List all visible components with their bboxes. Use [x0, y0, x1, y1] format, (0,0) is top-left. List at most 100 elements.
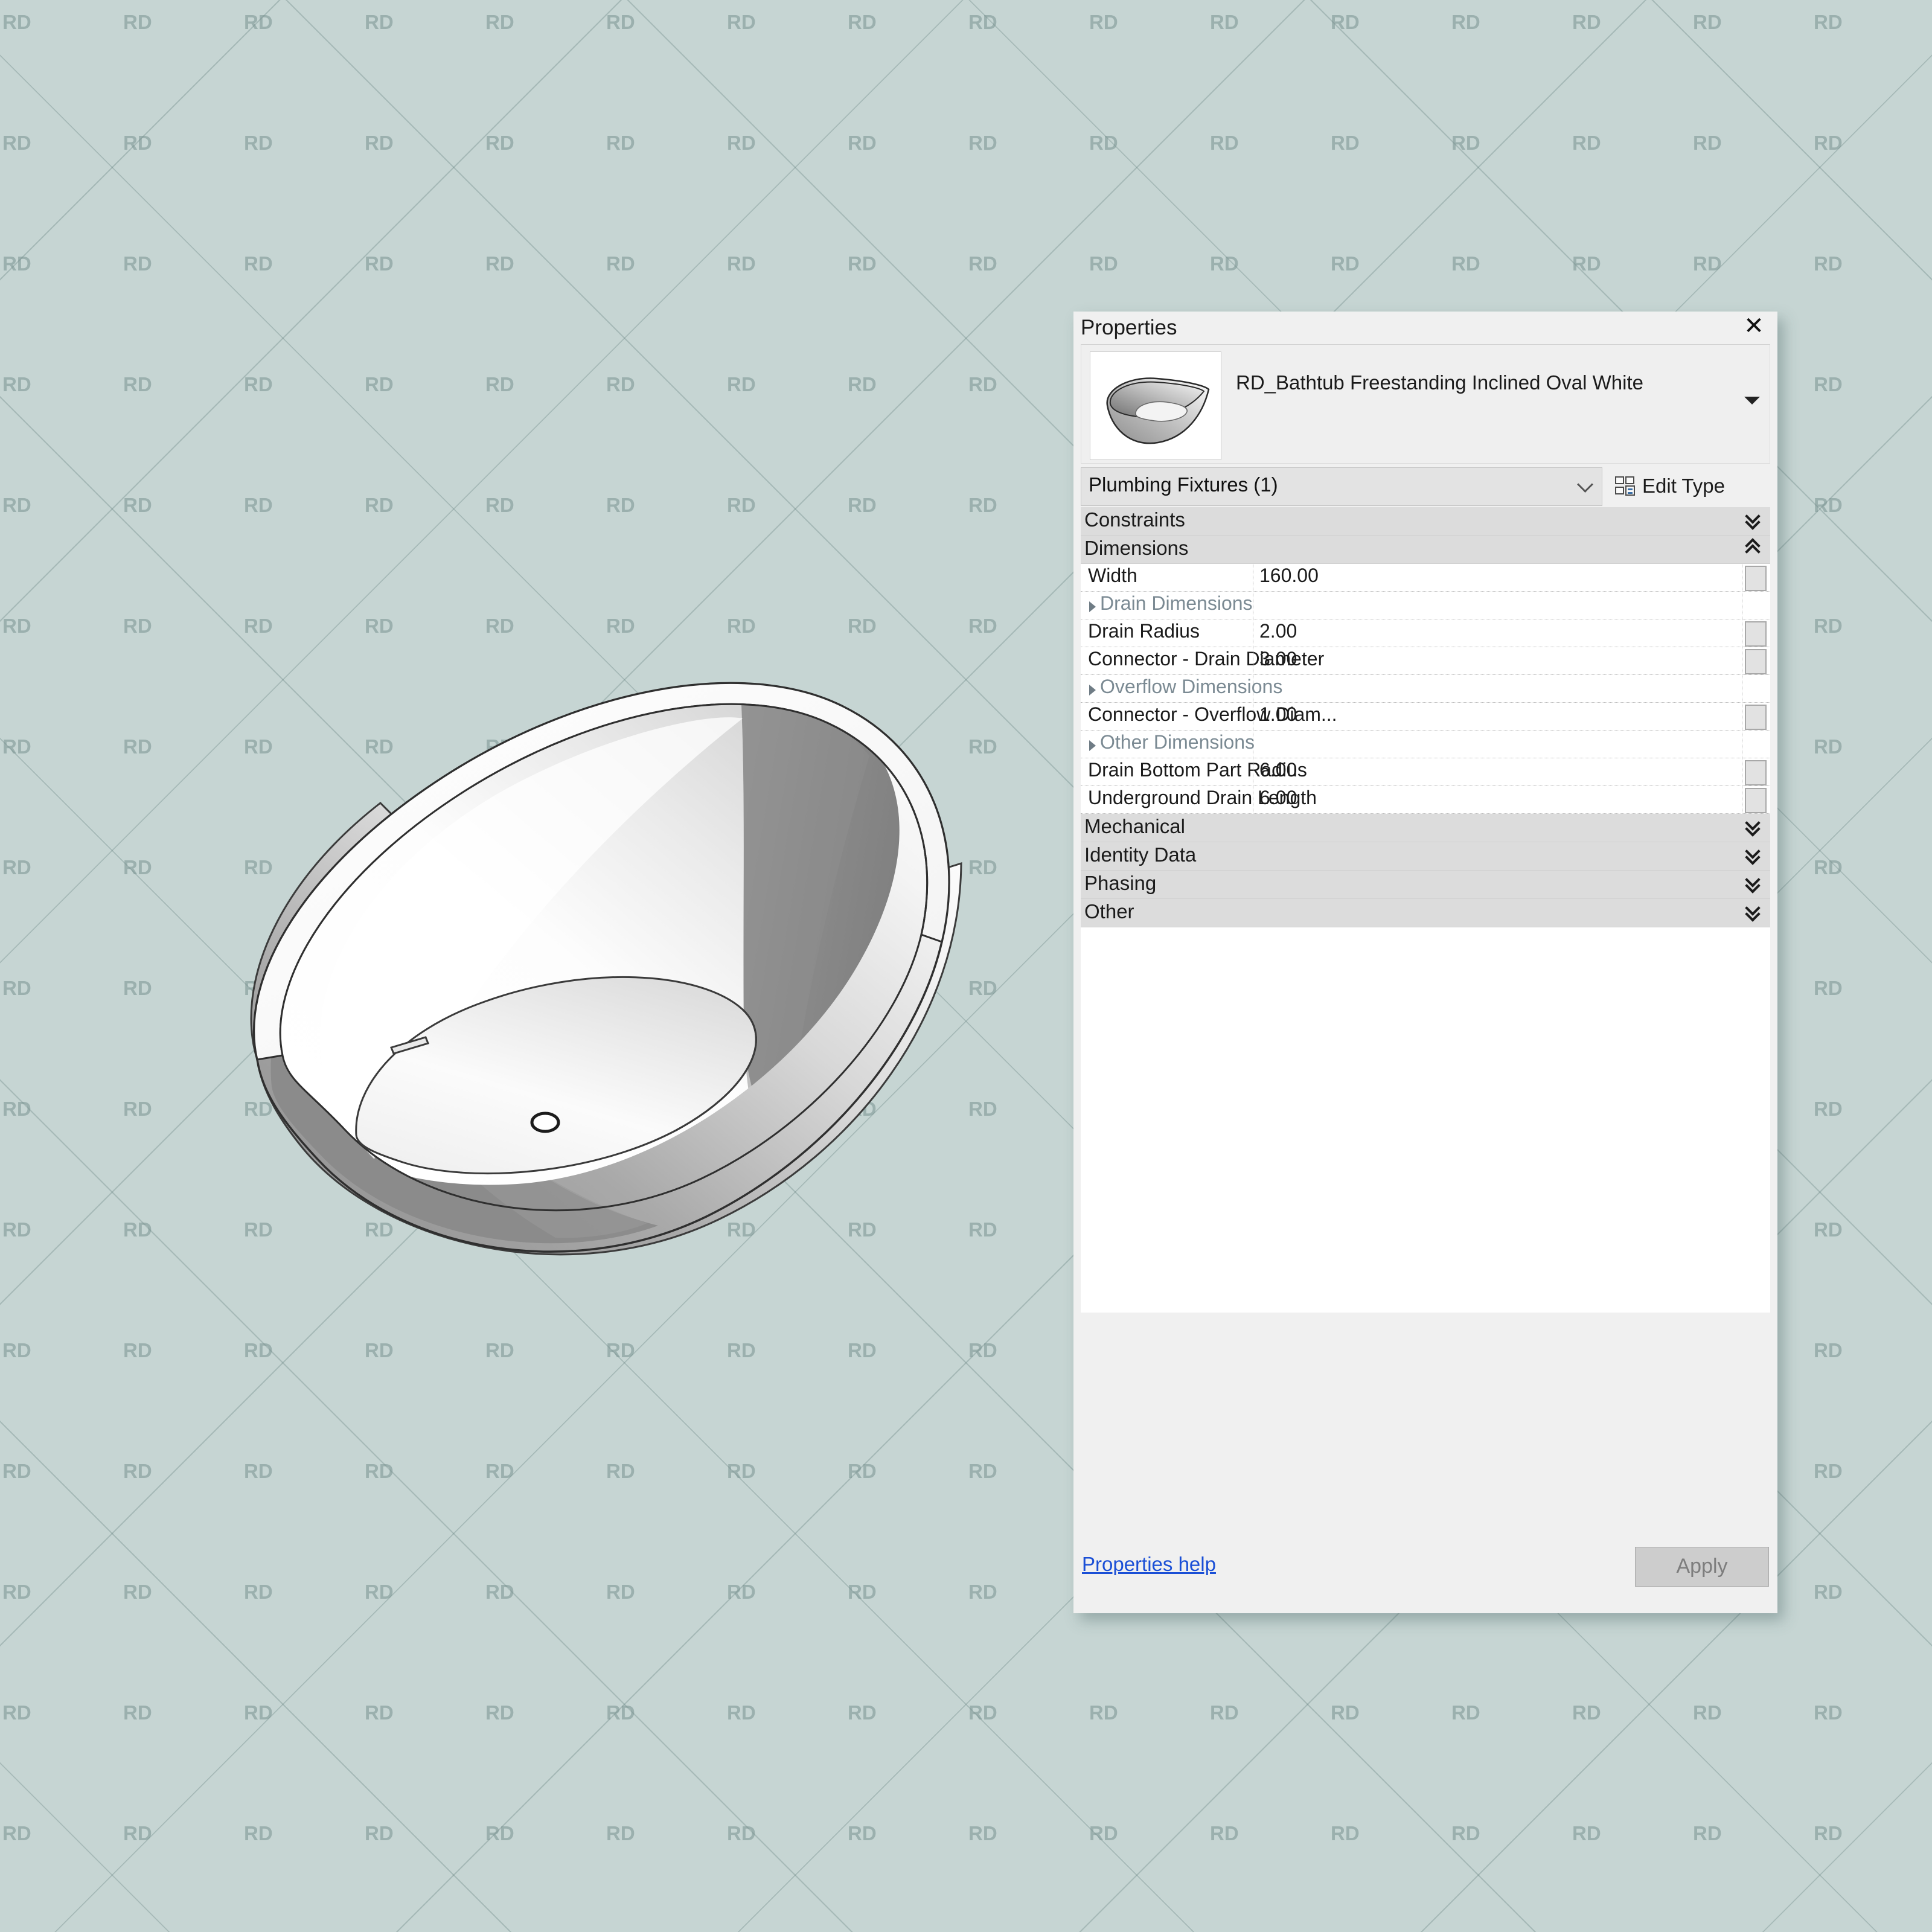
watermark-label: RD: [606, 252, 635, 275]
property-section-header[interactable]: Dimensions: [1081, 536, 1770, 564]
watermark-label: RD: [1693, 1822, 1722, 1844]
watermark-label: RD: [123, 252, 152, 275]
property-row[interactable]: Connector - Drain Diameter 3.00: [1081, 647, 1770, 675]
double-chevron-down-icon[interactable]: [1745, 872, 1761, 894]
properties-titlebar[interactable]: Properties ✕: [1073, 312, 1777, 344]
property-row[interactable]: Drain Bottom Part Radius 6.00: [1081, 758, 1770, 786]
watermark-label: RD: [365, 1822, 394, 1844]
watermark-label: RD: [1814, 1701, 1843, 1724]
properties-grid[interactable]: Constraints Dimensions Width 160.00 Drain Di…: [1081, 507, 1770, 927]
edit-type-button[interactable]: Edit Type: [1614, 469, 1725, 504]
double-chevron-down-icon[interactable]: [1745, 508, 1761, 530]
watermark-label: RD: [848, 494, 877, 516]
property-value[interactable]: 1.00: [1259, 703, 1297, 726]
expand-triangle-icon[interactable]: [1089, 685, 1096, 696]
property-value[interactable]: 3.00: [1259, 648, 1297, 670]
property-value[interactable]: 6.00: [1259, 759, 1297, 781]
watermark-label: RD: [727, 1822, 756, 1844]
watermark-label: RD: [1572, 11, 1601, 33]
watermark-label: RD: [365, 494, 394, 516]
type-selector[interactable]: RD_Bathtub Freestanding Inclined Oval Wh…: [1081, 344, 1770, 464]
property-section-label: Identity Data: [1084, 843, 1197, 866]
chevron-down-icon: [1578, 478, 1593, 493]
close-icon[interactable]: ✕: [1740, 313, 1768, 341]
watermark-label: RD: [1331, 1822, 1360, 1844]
property-group-row[interactable]: Drain Dimensions: [1081, 592, 1770, 619]
property-value[interactable]: 2.00: [1259, 620, 1297, 642]
property-group-row[interactable]: Other Dimensions: [1081, 731, 1770, 758]
associate-parameter-button[interactable]: [1745, 788, 1767, 813]
watermark-label: RD: [2, 1581, 31, 1603]
property-row[interactable]: Width 160.00: [1081, 564, 1770, 592]
watermark-label: RD: [123, 373, 152, 395]
watermark-label: RD: [2, 132, 31, 154]
bathtub-3d-render[interactable]: [199, 604, 1002, 1316]
watermark-label: RD: [1814, 252, 1843, 275]
watermark-label: RD: [727, 1701, 756, 1724]
caret-down-icon[interactable]: [1744, 397, 1760, 405]
property-section-header[interactable]: Mechanical: [1081, 814, 1770, 842]
watermark-label: RD: [2, 1822, 31, 1844]
double-chevron-up-icon[interactable]: [1745, 538, 1761, 560]
associate-parameter-button[interactable]: [1745, 649, 1767, 674]
property-section-header[interactable]: Identity Data: [1081, 842, 1770, 871]
watermark-label: RD: [244, 494, 273, 516]
watermark-label: RD: [848, 1460, 877, 1482]
watermark-label: RD: [1451, 1701, 1480, 1724]
watermark-label: RD: [606, 373, 635, 395]
watermark-label: RD: [244, 252, 273, 275]
watermark-label: RD: [606, 132, 635, 154]
watermark-label: RD: [485, 1460, 514, 1482]
properties-palette[interactable]: Properties ✕ RD_Bathtub Freestanding Inc…: [1073, 312, 1777, 1613]
double-chevron-down-icon[interactable]: [1745, 900, 1761, 922]
watermark-label: RD: [1089, 252, 1118, 275]
watermark-label: RD: [1693, 1701, 1722, 1724]
watermark-label: RD: [848, 1701, 877, 1724]
double-chevron-down-icon[interactable]: [1745, 815, 1761, 837]
watermark-label: RD: [968, 132, 997, 154]
associate-parameter-button[interactable]: [1745, 621, 1767, 647]
apply-button[interactable]: Apply: [1635, 1547, 1769, 1587]
watermark-label: RD: [123, 1460, 152, 1482]
watermark-label: RD: [2, 977, 31, 999]
watermark-label: RD: [2, 373, 31, 395]
properties-help-link[interactable]: Properties help: [1082, 1553, 1216, 1576]
watermark-label: RD: [123, 1822, 152, 1844]
watermark-label: RD: [365, 252, 394, 275]
watermark-label: RD: [606, 494, 635, 516]
property-section-header[interactable]: Constraints: [1081, 507, 1770, 536]
property-group-row[interactable]: Overflow Dimensions: [1081, 675, 1770, 703]
watermark-label: RD: [1210, 1822, 1239, 1844]
watermark-label: RD: [365, 1581, 394, 1603]
watermark-label: RD: [1814, 1822, 1843, 1844]
watermark-label: RD: [1814, 1460, 1843, 1482]
expand-triangle-icon[interactable]: [1089, 740, 1096, 751]
property-section-header[interactable]: Other: [1081, 899, 1770, 927]
watermark-label: RD: [968, 1339, 997, 1361]
double-chevron-down-icon[interactable]: [1745, 843, 1761, 865]
watermark-label: RD: [848, 252, 877, 275]
watermark-label: RD: [365, 11, 394, 33]
watermark-label: RD: [848, 11, 877, 33]
watermark-label: RD: [1089, 1701, 1118, 1724]
property-section-label: Constraints: [1084, 508, 1185, 531]
watermark-label: RD: [1331, 252, 1360, 275]
watermark-label: RD: [848, 1581, 877, 1603]
property-row[interactable]: Connector - Overflow Diam... 1.00: [1081, 703, 1770, 731]
associate-parameter-button[interactable]: [1745, 566, 1767, 591]
property-value[interactable]: 6.00: [1259, 787, 1297, 809]
watermark-label: RD: [123, 11, 152, 33]
property-name: Drain Radius: [1088, 620, 1200, 642]
expand-triangle-icon[interactable]: [1089, 601, 1096, 612]
category-combo[interactable]: Plumbing Fixtures (1): [1081, 467, 1602, 506]
page-title: Properties: [1081, 316, 1177, 339]
property-row[interactable]: Drain Radius 2.00: [1081, 619, 1770, 647]
property-value[interactable]: 160.00: [1259, 565, 1319, 587]
associate-parameter-button[interactable]: [1745, 760, 1767, 785]
associate-parameter-button[interactable]: [1745, 705, 1767, 730]
property-section-header[interactable]: Phasing: [1081, 871, 1770, 899]
watermark-label: RD: [485, 494, 514, 516]
property-row[interactable]: Underground Drain Length 6.00: [1081, 786, 1770, 814]
watermark-label: RD: [1210, 11, 1239, 33]
watermark-label: RD: [848, 1822, 877, 1844]
